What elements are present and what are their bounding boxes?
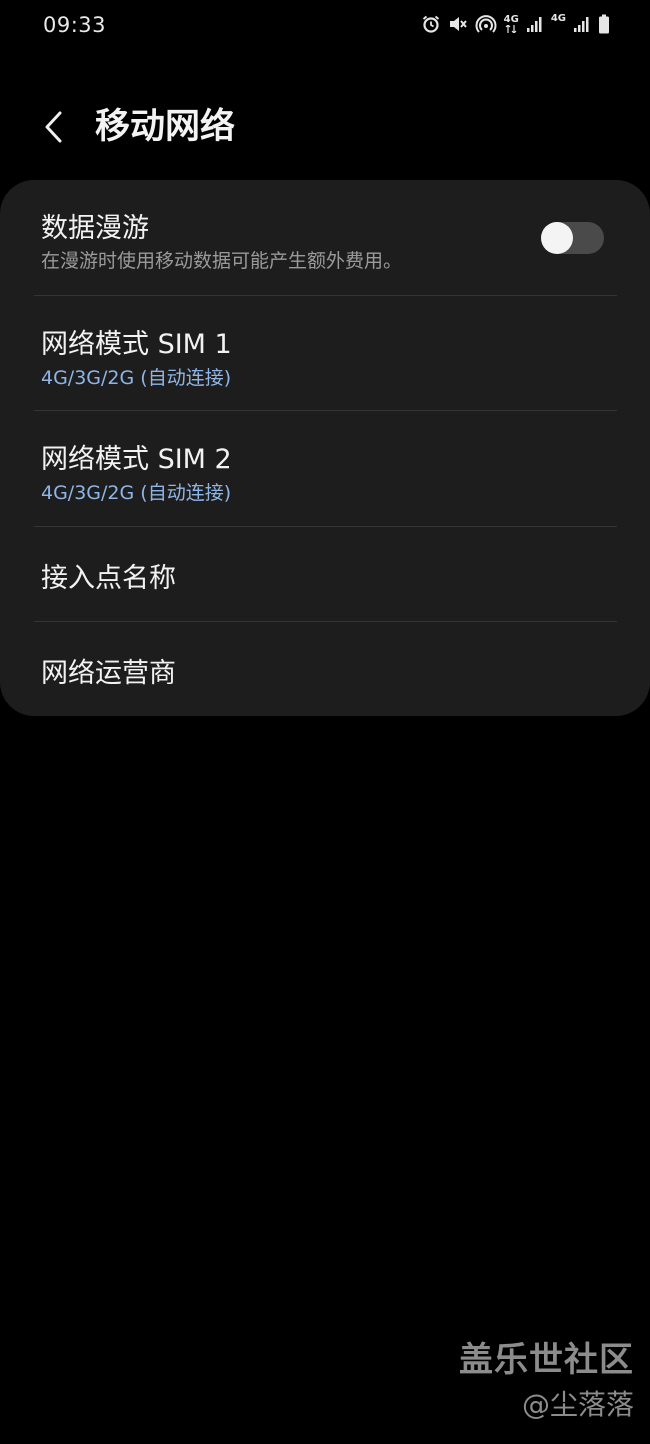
- signal-icon: [526, 15, 544, 33]
- status-bar: 09:33 4G 4G: [0, 0, 650, 56]
- data-roaming-title: 数据漫游: [41, 213, 149, 244]
- network-operators-title: 网络运营商: [41, 658, 176, 689]
- toggle-knob: [541, 222, 573, 254]
- back-button[interactable]: [30, 104, 76, 150]
- watermark-brand: 盖乐世社区: [459, 1340, 634, 1380]
- battery-icon: [598, 14, 610, 34]
- network-1-indicator: 4G: [504, 15, 519, 33]
- signal-icon: [573, 15, 591, 33]
- network-mode-sim2-value: 4G/3G/2G (自动连接): [41, 482, 232, 504]
- mute-icon: [448, 14, 468, 34]
- settings-card: 数据漫游 在漫游时使用移动数据可能产生额外费用。 网络模式 SIM 1 4G/3…: [0, 180, 650, 716]
- watermark-user: @尘落落: [521, 1388, 634, 1421]
- network-1-label: 4G: [503, 14, 519, 25]
- apn-item[interactable]: 接入点名称: [0, 527, 650, 621]
- data-roaming-item[interactable]: 数据漫游 在漫游时使用移动数据可能产生额外费用。: [0, 180, 650, 296]
- chevron-left-icon: [45, 111, 62, 143]
- status-icons: 4G 4G: [421, 14, 610, 34]
- network-mode-sim2-title: 网络模式 SIM 2: [41, 444, 232, 475]
- network-mode-sim2-item[interactable]: 网络模式 SIM 2 4G/3G/2G (自动连接): [0, 411, 650, 526]
- data-arrows-icon: [505, 25, 517, 33]
- network-2-label: 4G: [550, 13, 566, 24]
- network-mode-sim1-value: 4G/3G/2G (自动连接): [41, 367, 232, 389]
- status-time: 09:33: [43, 13, 107, 37]
- alarm-icon: [421, 14, 441, 34]
- data-roaming-subtitle: 在漫游时使用移动数据可能产生额外费用。: [41, 250, 403, 272]
- network-operators-item[interactable]: 网络运营商: [0, 622, 650, 716]
- page-title: 移动网络: [95, 107, 236, 147]
- network-mode-sim1-title: 网络模式 SIM 1: [41, 329, 232, 360]
- header: 移动网络: [0, 90, 650, 166]
- apn-title: 接入点名称: [41, 563, 176, 594]
- network-2-indicator: 4G: [551, 14, 566, 24]
- network-mode-sim1-item[interactable]: 网络模式 SIM 1 4G/3G/2G (自动连接): [0, 296, 650, 411]
- data-roaming-toggle[interactable]: [541, 222, 604, 254]
- hotspot-icon: [475, 14, 497, 34]
